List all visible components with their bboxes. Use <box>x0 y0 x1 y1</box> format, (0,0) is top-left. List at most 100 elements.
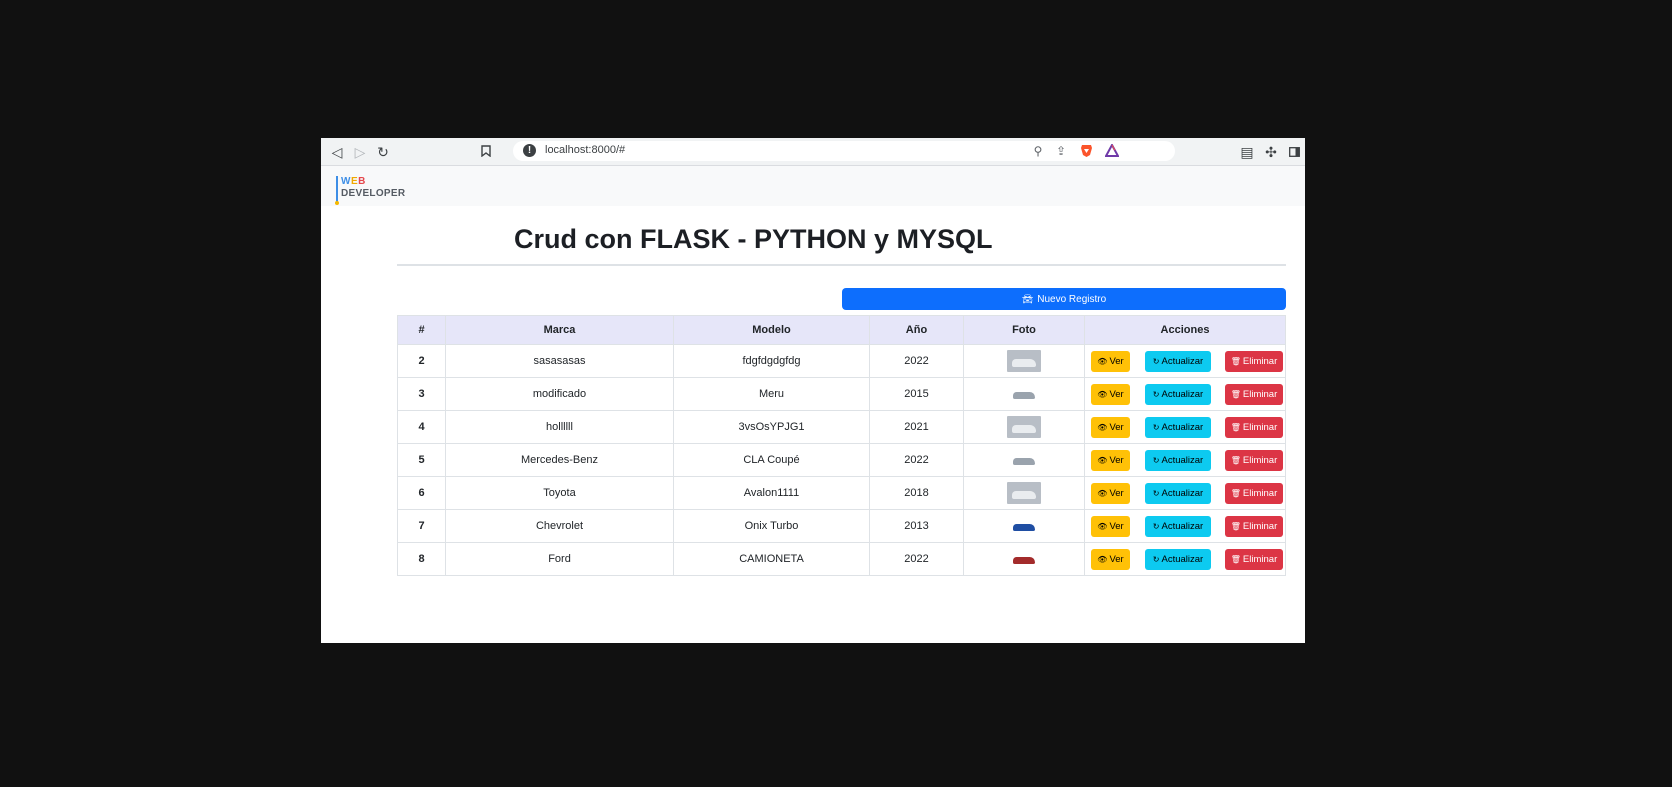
cell-foto <box>963 410 1085 444</box>
cell-id: 6 <box>397 476 446 510</box>
eye-icon: 👁︎ <box>1097 489 1108 498</box>
car-photo[interactable] <box>1007 416 1041 438</box>
delete-button[interactable]: 🗑︎ Eliminar <box>1225 384 1283 405</box>
cell-foto <box>963 344 1085 378</box>
update-button[interactable]: ↻ Actualizar <box>1145 516 1211 537</box>
info-icon[interactable]: ! <box>523 144 536 157</box>
cell-anio: 2013 <box>869 509 964 543</box>
trash-icon: 🗑︎ <box>1230 522 1241 531</box>
cell-modelo: CAMIONETA <box>673 542 870 576</box>
table-row: 5 Mercedes-Benz CLA Coupé 2022 👁︎ Ver ↻ Ac… <box>397 443 1286 477</box>
trash-icon: 🗑︎ <box>1230 456 1241 465</box>
car-icon: 🚘︎ <box>1021 294 1034 304</box>
header-marca: Marca <box>445 315 674 345</box>
table-row: 6 Toyota Avalon1111 2018 👁︎ Ver ↻ Actualiz… <box>397 476 1286 510</box>
cell-anio: 2022 <box>869 542 964 576</box>
car-photo[interactable] <box>1007 350 1041 372</box>
cell-marca: Chevrolet <box>445 509 674 543</box>
delete-button[interactable]: 🗑︎ Eliminar <box>1225 450 1283 471</box>
browser-window: ◁ ▷ ↻ ! localhost:8000/# ⚲ ⇪ ▤ ✣ WEB DEV… <box>321 138 1305 643</box>
cell-marca: hollllll <box>445 410 674 444</box>
new-record-button[interactable]: 🚘︎ Nuevo Registro <box>842 288 1286 310</box>
update-button[interactable]: ↻ Actualizar <box>1145 450 1211 471</box>
triangle-icon[interactable] <box>1104 142 1120 160</box>
cell-modelo: Onix Turbo <box>673 509 870 543</box>
eye-icon: 👁︎ <box>1097 357 1108 366</box>
refresh-icon: ↻ <box>1152 522 1160 531</box>
eye-icon: 👁︎ <box>1097 456 1108 465</box>
trash-icon: 🗑︎ <box>1230 357 1241 366</box>
cell-actions: 👁︎ Ver ↻ Actualizar 🗑︎ Eliminar <box>1084 542 1286 576</box>
view-button[interactable]: 👁︎ Ver <box>1091 516 1130 537</box>
car-photo[interactable] <box>1011 552 1037 566</box>
eye-icon: 👁︎ <box>1097 555 1108 564</box>
header-foto: Foto <box>963 315 1085 345</box>
cell-id: 2 <box>397 344 446 378</box>
brave-icon[interactable] <box>1079 144 1093 161</box>
cell-actions: 👁︎ Ver ↻ Actualizar 🗑︎ Eliminar <box>1084 410 1286 444</box>
header-anio: Año <box>869 315 964 345</box>
car-photo[interactable] <box>1011 453 1037 467</box>
trash-icon: 🗑︎ <box>1230 390 1241 399</box>
refresh-icon: ↻ <box>1152 555 1160 564</box>
address-bar[interactable]: ! localhost:8000/# ⚲ ⇪ <box>513 141 1175 161</box>
cell-modelo: 3vsOsYPJG1 <box>673 410 870 444</box>
update-button[interactable]: ↻ Actualizar <box>1145 384 1211 405</box>
cell-marca: Mercedes-Benz <box>445 443 674 477</box>
divider <box>397 264 1286 266</box>
view-button[interactable]: 👁︎ Ver <box>1091 384 1130 405</box>
update-button[interactable]: ↻ Actualizar <box>1145 351 1211 372</box>
cell-modelo: CLA Coupé <box>673 443 870 477</box>
zoom-icon[interactable]: ⚲ <box>1031 144 1045 158</box>
update-button[interactable]: ↻ Actualizar <box>1145 417 1211 438</box>
cell-anio: 2022 <box>869 344 964 378</box>
table-row: 8 Ford CAMIONETA 2022 👁︎ Ver ↻ Actualizar … <box>397 542 1286 576</box>
view-button[interactable]: 👁︎ Ver <box>1091 351 1130 372</box>
page-title: Crud con FLASK - PYTHON y MYSQL <box>514 224 993 254</box>
view-button[interactable]: 👁︎ Ver <box>1091 450 1130 471</box>
cell-id: 8 <box>397 542 446 576</box>
url-text: localhost:8000/# <box>545 144 626 156</box>
reload-icon[interactable]: ↻ <box>375 144 391 160</box>
table-row: 4 hollllll 3vsOsYPJG1 2021 👁︎ Ver ↻ Actual… <box>397 410 1286 444</box>
delete-button[interactable]: 🗑︎ Eliminar <box>1225 483 1283 504</box>
cell-foto <box>963 476 1085 510</box>
table-header-row: # Marca Modelo Año Foto Acciones <box>397 315 1286 345</box>
cell-id: 5 <box>397 443 446 477</box>
cell-marca: modificado <box>445 377 674 411</box>
delete-button[interactable]: 🗑︎ Eliminar <box>1225 516 1283 537</box>
table-row: 7 Chevrolet Onix Turbo 2013 👁︎ Ver ↻ Actua… <box>397 509 1286 543</box>
car-photo[interactable] <box>1011 519 1037 533</box>
cell-marca: Ford <box>445 542 674 576</box>
update-button[interactable]: ↻ Actualizar <box>1145 483 1211 504</box>
cell-marca: sasasasas <box>445 344 674 378</box>
trash-icon: 🗑︎ <box>1230 423 1241 432</box>
car-photo[interactable] <box>1011 387 1037 401</box>
view-button[interactable]: 👁︎ Ver <box>1091 483 1130 504</box>
delete-button[interactable]: 🗑︎ Eliminar <box>1225 549 1283 570</box>
browser-toolbar: ◁ ▷ ↻ ! localhost:8000/# ⚲ ⇪ ▤ ✣ <box>321 138 1305 166</box>
trash-icon: 🗑︎ <box>1230 489 1241 498</box>
update-button[interactable]: ↻ Actualizar <box>1145 549 1211 570</box>
cell-actions: 👁︎ Ver ↻ Actualizar 🗑︎ Eliminar <box>1084 476 1286 510</box>
header-id: # <box>397 315 446 345</box>
delete-button[interactable]: 🗑︎ Eliminar <box>1225 417 1283 438</box>
delete-button[interactable]: 🗑︎ Eliminar <box>1225 351 1283 372</box>
cell-anio: 2018 <box>869 476 964 510</box>
bookmark-icon[interactable] <box>478 144 494 160</box>
cell-anio: 2015 <box>869 377 964 411</box>
cell-id: 7 <box>397 509 446 543</box>
forward-icon[interactable]: ▷ <box>352 144 368 160</box>
cell-modelo: Meru <box>673 377 870 411</box>
view-button[interactable]: 👁︎ Ver <box>1091 549 1130 570</box>
clipboard-icon[interactable]: ▤ <box>1239 144 1255 160</box>
cell-actions: 👁︎ Ver ↻ Actualizar 🗑︎ Eliminar <box>1084 443 1286 477</box>
cell-actions: 👁︎ Ver ↻ Actualizar 🗑︎ Eliminar <box>1084 377 1286 411</box>
view-button[interactable]: 👁︎ Ver <box>1091 417 1130 438</box>
back-icon[interactable]: ◁ <box>329 144 345 160</box>
records-table: # Marca Modelo Año Foto Acciones 2 sasas… <box>397 315 1286 576</box>
extensions-icon[interactable]: ✣ <box>1263 144 1279 160</box>
car-photo[interactable] <box>1007 482 1041 504</box>
sidebar-icon[interactable] <box>1286 144 1302 160</box>
share-icon[interactable]: ⇪ <box>1054 144 1068 158</box>
